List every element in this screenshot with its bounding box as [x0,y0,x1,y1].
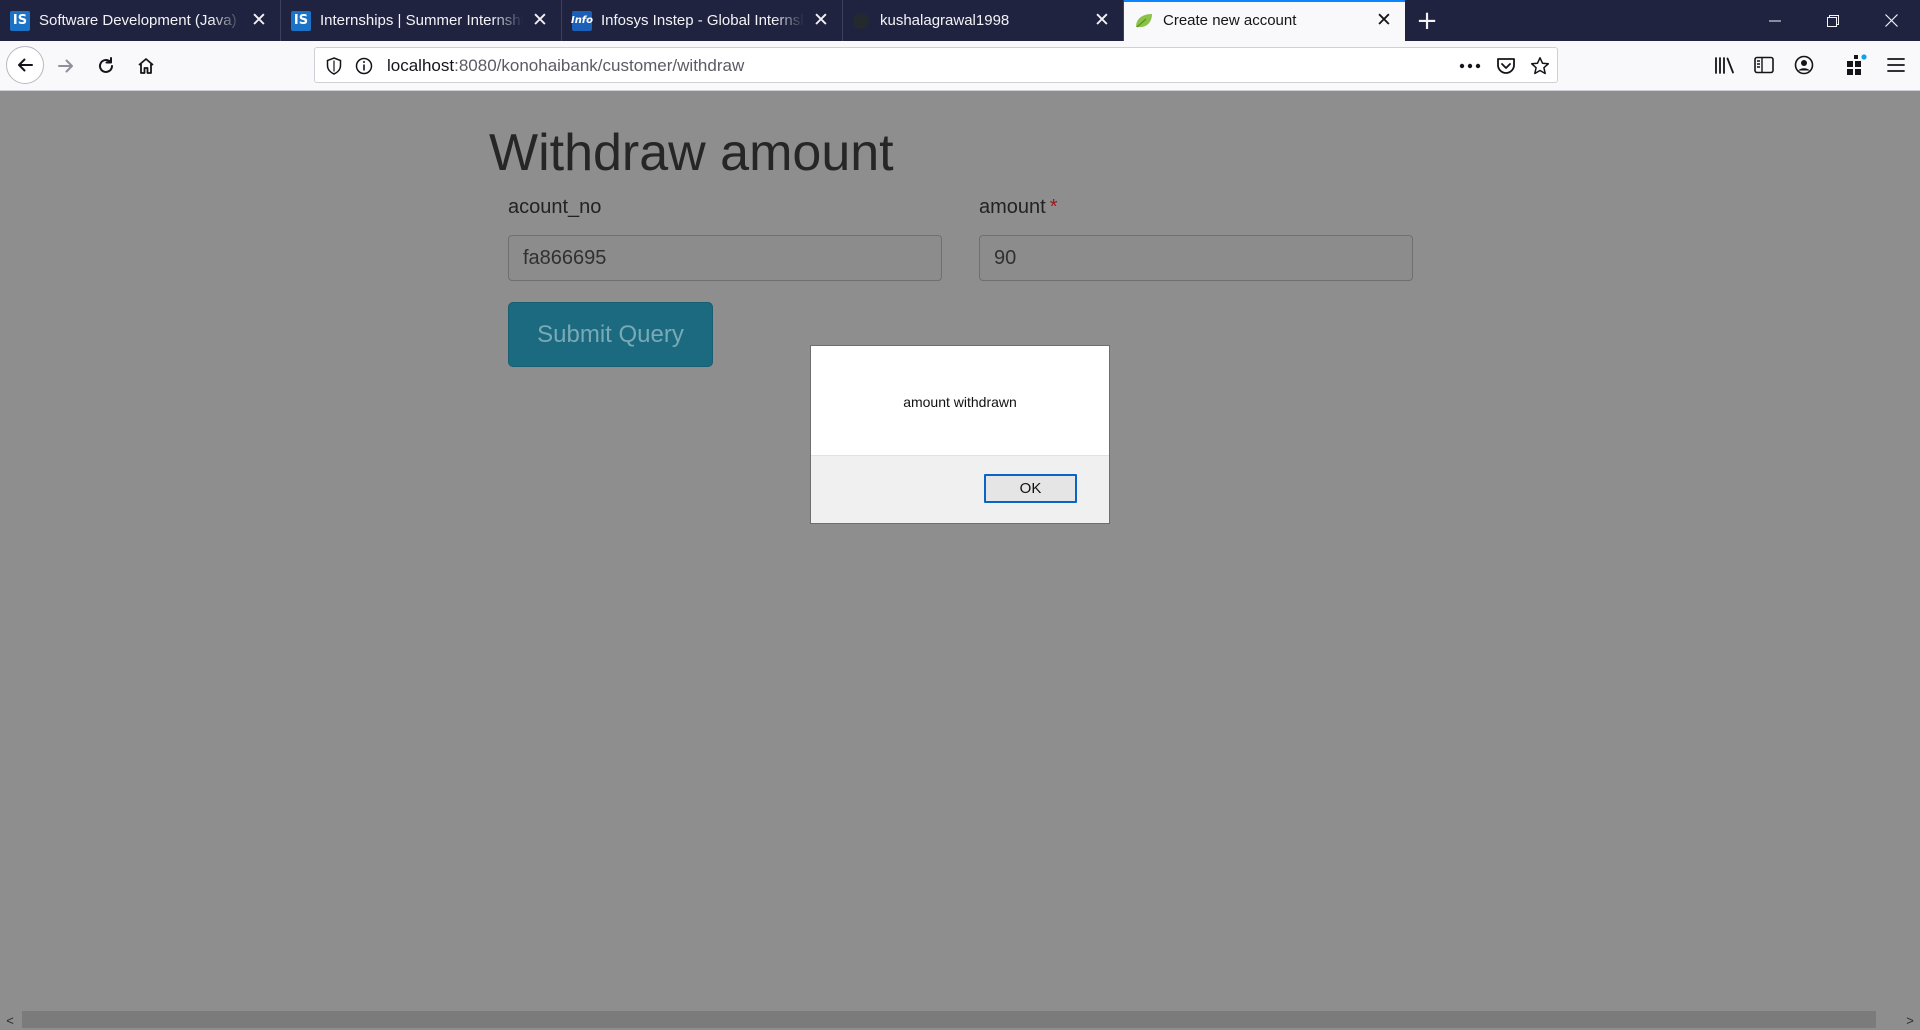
alert-dialog: amount withdrawn OK [810,345,1110,524]
required-marker: * [1049,196,1058,218]
close-icon[interactable]: ✕ [248,10,270,32]
close-icon[interactable]: ✕ [1373,10,1395,32]
new-tab-button[interactable]: + [1405,0,1449,41]
pocket-icon[interactable] [1493,54,1519,78]
extensions-icon[interactable] [1841,50,1871,80]
shield-icon[interactable] [323,55,345,77]
tab-software-development[interactable]: IS Software Development (Java) w ✕ [0,0,281,41]
close-icon[interactable]: ✕ [529,10,551,32]
bookmark-star-icon[interactable] [1527,54,1553,78]
url-path: :8080/konohaibank/customer/withdraw [454,56,745,75]
scroll-right-arrow[interactable]: > [1900,1010,1920,1030]
account-no-label-text: acount_no [508,196,602,218]
library-icon[interactable] [1710,50,1740,80]
account-no-label: acount_no [508,196,601,219]
navigation-toolbar: localhost:8080/konohaibank/customer/with… [0,41,1920,91]
scrollbar-thumb[interactable] [22,1011,1876,1028]
github-icon [853,12,869,29]
info-icon[interactable] [353,55,375,77]
spring-leaf-icon [1134,13,1154,29]
amount-input[interactable] [979,235,1413,281]
account-icon[interactable] [1789,50,1819,80]
tab-infosys-instep[interactable]: Info Infosys Instep - Global Internship … [562,0,843,41]
forward-button[interactable] [48,48,84,84]
amount-label-text: amount [979,196,1046,218]
horizontal-scrollbar[interactable]: < > [0,1010,1920,1030]
home-button[interactable] [128,48,164,84]
alert-message: amount withdrawn [903,394,1017,410]
sidebar-icon[interactable] [1749,50,1779,80]
restore-button[interactable] [1804,0,1862,41]
page-content: Withdraw amount acount_no amount* Submit… [0,91,1920,1010]
infosys-icon: Info [571,10,593,31]
account-no-input[interactable] [508,235,942,281]
tab-title: Infosys Instep - Global Internship [601,12,804,29]
tab-internships[interactable]: IS Internships | Summer Internships ✕ [281,0,562,41]
alert-footer: OK [811,455,1109,523]
arrow-right-icon [58,59,73,73]
scroll-left-arrow[interactable]: < [0,1010,20,1030]
tab-strip: IS Software Development (Java) w ✕ IS In… [0,0,1920,41]
ok-button[interactable]: OK [984,474,1077,503]
menu-icon[interactable] [1881,50,1911,80]
reload-button[interactable] [88,48,124,84]
url-text[interactable]: localhost:8080/konohaibank/customer/with… [387,56,744,76]
url-host: localhost [387,56,455,75]
minimize-button[interactable] [1746,0,1804,41]
reload-icon [99,57,113,73]
back-button[interactable] [6,46,44,84]
submit-query-button[interactable]: Submit Query [508,302,713,367]
tab-title: Create new account [1163,12,1297,29]
tab-title: Software Development (Java) w [39,12,242,29]
tab-title: kushalagrawal1998 [880,12,1010,29]
close-icon[interactable]: ✕ [1091,10,1113,32]
is-icon: IS [10,10,30,31]
page-title: Withdraw amount [489,124,894,182]
url-bar[interactable]: localhost:8080/konohaibank/customer/with… [314,47,1558,83]
tab-github-profile[interactable]: kushalagrawal1998 ✕ [843,0,1124,41]
window-controls [1746,0,1920,41]
arrow-left-icon [18,58,33,72]
page-actions-icon[interactable] [1457,54,1483,78]
tab-title: Internships | Summer Internships [320,12,523,29]
is-icon: IS [291,10,311,31]
window-close-button[interactable] [1862,0,1920,41]
amount-label: amount * [979,196,1058,219]
home-icon [138,58,154,74]
close-icon[interactable]: ✕ [810,10,832,32]
tab-create-new-account[interactable]: Create new account ✕ [1124,0,1405,41]
